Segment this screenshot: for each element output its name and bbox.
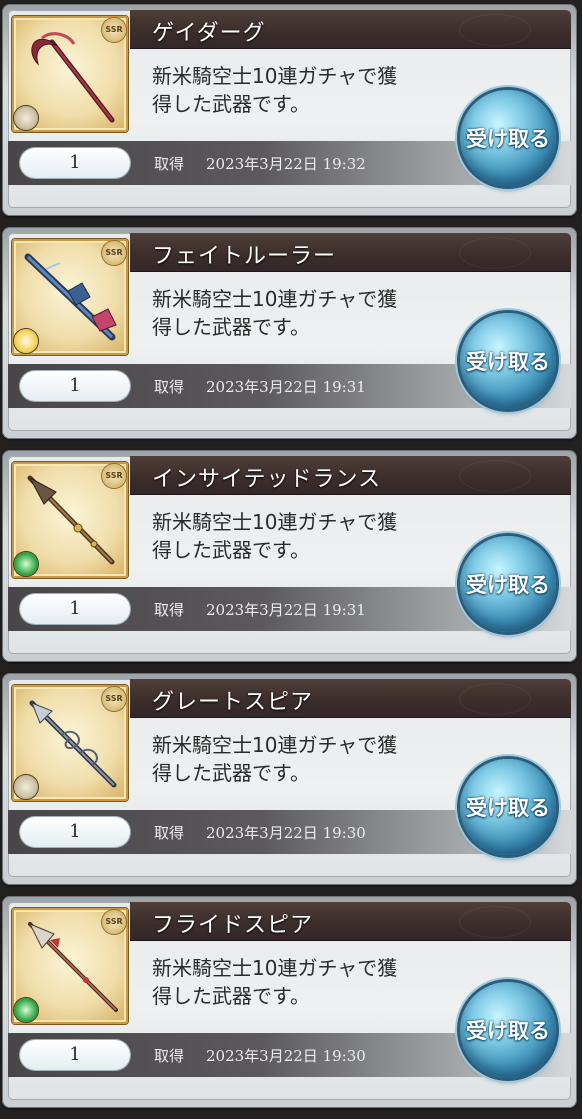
weapon-thumbnail[interactable]: SSR <box>12 908 128 1024</box>
ssr-rarity-badge: SSR <box>102 241 126 265</box>
weapon-thumbnail[interactable]: SSR <box>12 239 128 355</box>
item-name: インサイテッドランス <box>152 467 382 492</box>
gift-card-body: インサイテッドランス SSR 新米騎空士10連ガチャで獲 得した武器です。 1 <box>8 456 571 654</box>
weapon-thumbnail[interactable]: SSR <box>12 16 128 132</box>
acquired-date: 2023年3月22日 19:31 <box>206 378 366 396</box>
receive-button[interactable]: 受け取る <box>460 313 556 409</box>
item-description: 新米騎空士10連ガチャで獲 得した武器です。 <box>152 731 452 787</box>
dark-element-icon <box>14 775 38 799</box>
description-line: 新米騎空士10連ガチャで獲 <box>152 64 398 88</box>
acquired-date: 2023年3月22日 19:30 <box>206 824 366 842</box>
item-description: 新米騎空士10連ガチャで獲 得した武器です。 <box>152 285 452 341</box>
item-name: フェイトルーラー <box>152 244 337 269</box>
description-line: 得した武器です。 <box>152 984 310 1008</box>
receive-button-label: 受け取る <box>466 350 550 374</box>
item-name: ゲイダーグ <box>152 21 266 46</box>
receive-button[interactable]: 受け取る <box>460 90 556 186</box>
quantity-display: 1 <box>20 1040 130 1070</box>
acquired-date: 2023年3月22日 19:30 <box>206 1047 366 1065</box>
description-line: 新米騎空士10連ガチャで獲 <box>152 733 398 757</box>
acquired-label: 取得 <box>154 1047 185 1065</box>
gift-card-body: グレートスピア SSR 新米騎空士10連ガチャで獲 得した武器です。 1 取得 <box>8 679 571 877</box>
item-title-bar: ゲイダーグ <box>130 10 571 49</box>
gift-card: インサイテッドランス SSR 新米騎空士10連ガチャで獲 得した武器です。 1 <box>2 450 577 662</box>
quantity-display: 1 <box>20 371 130 401</box>
receive-button[interactable]: 受け取る <box>460 759 556 855</box>
receive-button-label: 受け取る <box>466 1019 550 1043</box>
ssr-rarity-badge: SSR <box>102 910 126 934</box>
ssr-rarity-badge: SSR <box>102 687 126 711</box>
item-description: 新米騎空士10連ガチャで獲 得した武器です。 <box>152 954 452 1010</box>
gift-card-body: フライドスピア SSR 新米騎空士10連ガチャで獲 得した武器です。 1 取得 <box>8 902 571 1100</box>
light-element-icon <box>14 329 38 353</box>
quantity-display: 1 <box>20 148 130 178</box>
receive-button-label: 受け取る <box>466 573 550 597</box>
dark-element-icon <box>14 106 38 130</box>
gift-card-body: ゲイダーグ SSR 新米騎空士10連ガチャで獲 得した武器です。 1 取得 20… <box>8 10 571 208</box>
item-name: グレートスピア <box>152 690 314 715</box>
description-line: 得した武器です。 <box>152 538 310 562</box>
item-description: 新米騎空士10連ガチャで獲 得した武器です。 <box>152 508 452 564</box>
item-title-bar: フェイトルーラー <box>130 233 571 272</box>
quantity-display: 1 <box>20 817 130 847</box>
receive-button[interactable]: 受け取る <box>460 982 556 1078</box>
ssr-rarity-badge: SSR <box>102 464 126 488</box>
weapon-thumbnail[interactable]: SSR <box>12 685 128 801</box>
acquired-label: 取得 <box>154 824 185 842</box>
acquired-label: 取得 <box>154 155 185 173</box>
description-line: 新米騎空士10連ガチャで獲 <box>152 287 398 311</box>
acquired-date: 2023年3月22日 19:31 <box>206 601 366 619</box>
description-line: 新米騎空士10連ガチャで獲 <box>152 510 398 534</box>
item-description: 新米騎空士10連ガチャで獲 得した武器です。 <box>152 62 452 118</box>
acquired-date: 2023年3月22日 19:32 <box>206 155 366 173</box>
quantity-display: 1 <box>20 594 130 624</box>
wind-element-icon <box>14 552 38 576</box>
gift-card: グレートスピア SSR 新米騎空士10連ガチャで獲 得した武器です。 1 取得 <box>2 673 577 885</box>
weapon-thumbnail[interactable]: SSR <box>12 462 128 578</box>
gift-card: フライドスピア SSR 新米騎空士10連ガチャで獲 得した武器です。 1 取得 <box>2 896 577 1108</box>
item-title-bar: インサイテッドランス <box>130 456 571 495</box>
description-line: 得した武器です。 <box>152 315 310 339</box>
receive-button-label: 受け取る <box>466 796 550 820</box>
item-title-bar: フライドスピア <box>130 902 571 941</box>
gift-list: ゲイダーグ SSR 新米騎空士10連ガチャで獲 得した武器です。 1 取得 20… <box>0 0 582 1119</box>
item-name: フライドスピア <box>152 913 314 938</box>
acquired-label: 取得 <box>154 601 185 619</box>
acquired-label: 取得 <box>154 378 185 396</box>
description-line: 得した武器です。 <box>152 761 310 785</box>
gift-card: フェイトルーラー SSR 新米騎空士10連ガチャで獲 得した武器です。 1 取得 <box>2 227 577 439</box>
wind-element-icon <box>14 998 38 1022</box>
receive-button-label: 受け取る <box>466 127 550 151</box>
item-title-bar: グレートスピア <box>130 679 571 718</box>
receive-button[interactable]: 受け取る <box>460 536 556 632</box>
description-line: 得した武器です。 <box>152 92 310 116</box>
gift-card: ゲイダーグ SSR 新米騎空士10連ガチャで獲 得した武器です。 1 取得 20… <box>2 4 577 216</box>
ssr-rarity-badge: SSR <box>102 18 126 42</box>
description-line: 新米騎空士10連ガチャで獲 <box>152 956 398 980</box>
gift-card-body: フェイトルーラー SSR 新米騎空士10連ガチャで獲 得した武器です。 1 取得 <box>8 233 571 431</box>
